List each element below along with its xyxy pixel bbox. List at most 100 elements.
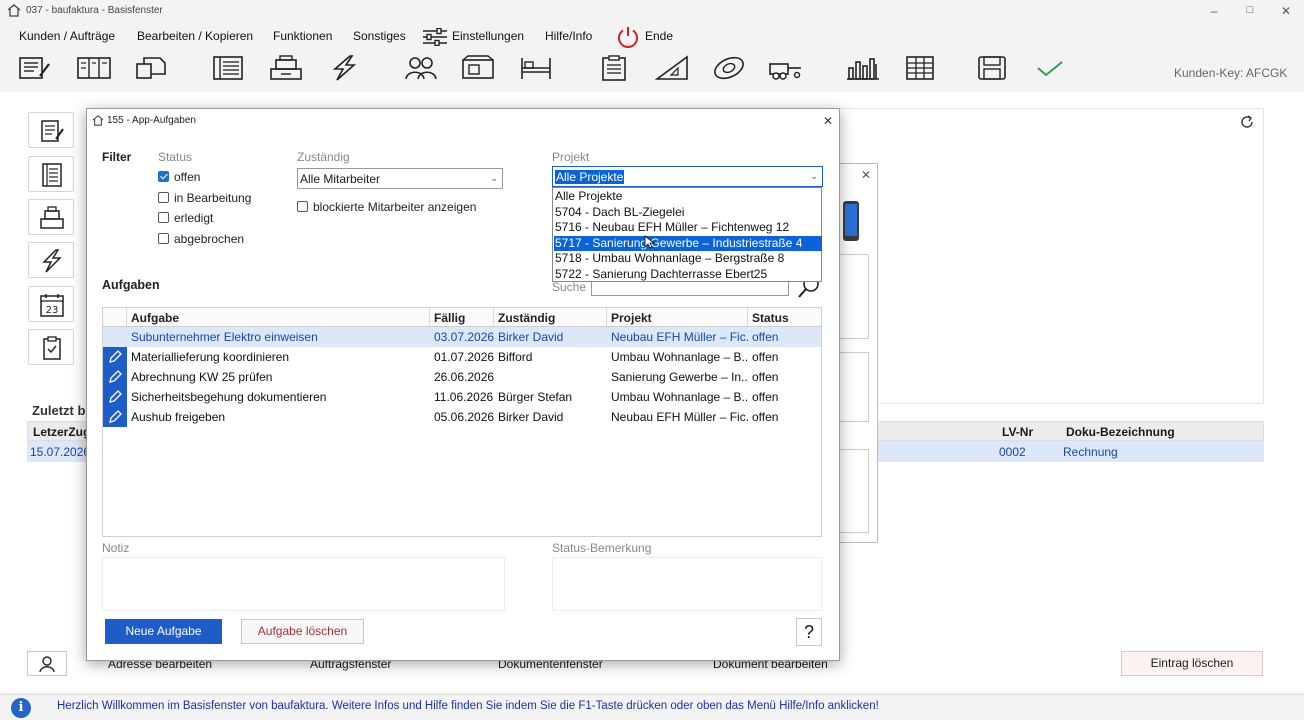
status-abgebrochen-checkbox[interactable] (158, 233, 169, 244)
header-lv-nr: LV-Nr (1002, 425, 1034, 439)
trailer-icon[interactable] (768, 54, 804, 82)
neue-aufgabe-button[interactable]: Neue Aufgabe (105, 619, 222, 644)
sliders-icon (423, 28, 447, 46)
copy-pages-icon[interactable] (133, 54, 169, 82)
clipboard-icon[interactable] (596, 54, 632, 82)
cell-zustaendig: Bürger Stefan (498, 390, 573, 404)
menu-einstellungen[interactable]: Einstellungen (452, 29, 524, 43)
save-icon[interactable] (974, 54, 1010, 82)
cell-faellig: 01.07.2026 (434, 350, 494, 364)
chevron-down-icon: ⌄ (490, 173, 498, 183)
pencil-icon[interactable] (103, 387, 127, 407)
status-in-bearbeitung-checkbox[interactable] (158, 192, 169, 203)
aufgabe-loeschen-button[interactable]: Aufgabe löschen (241, 619, 364, 644)
info-icon: i (11, 698, 31, 718)
cell-faellig: 05.06.2026 (434, 410, 494, 424)
list-document-icon[interactable] (210, 54, 246, 82)
notiz-textarea[interactable] (102, 557, 505, 611)
projekt-option[interactable]: 5704 - Dach BL-Ziegelei (554, 205, 822, 221)
blockierte-mitarbeiter-checkbox[interactable] (297, 201, 308, 212)
side-document-edit-button[interactable] (28, 112, 74, 148)
help-button[interactable]: ? (796, 618, 822, 646)
menu-bearbeiten-kopieren[interactable]: Bearbeiten / Kopieren (137, 29, 253, 43)
zustaendig-label: Zuständig (297, 150, 350, 164)
projekt-select[interactable]: Alle Projekte ⌄ (552, 166, 823, 187)
table-grid-icon[interactable] (903, 54, 939, 82)
cell-aufgabe: Abrechnung KW 25 prüfen (131, 370, 273, 384)
status-bemerkung-textarea[interactable] (552, 557, 822, 611)
cell-aufgabe: Materiallieferung koordinieren (131, 350, 290, 364)
crane-icon[interactable] (845, 54, 881, 82)
header-faellig[interactable]: Fällig (430, 308, 494, 327)
status-bemerkung-label: Status-Bemerkung (552, 541, 652, 555)
projekt-option-selected[interactable]: 5717 - Sanierung Gewerbe – Industriestra… (554, 235, 822, 251)
header-doku-bezeichnung: Doku-Bezeichnung (1066, 425, 1175, 439)
lightning-icon[interactable] (326, 54, 362, 82)
table-row[interactable]: Aushub freigeben 05.06.2026 Birker David… (103, 407, 821, 427)
close-icon[interactable]: ✕ (1276, 4, 1296, 18)
status-erledigt-checkbox[interactable] (158, 212, 169, 223)
menu-kunden-auftraege[interactable]: Kunden / Aufträge (19, 29, 115, 43)
refresh-icon[interactable] (1240, 115, 1254, 129)
cash-register-icon[interactable] (268, 54, 304, 82)
header-status[interactable]: Status (748, 308, 821, 327)
dialog-close-icon[interactable]: ✕ (823, 114, 833, 128)
row-doku: Rechnung (1063, 445, 1118, 459)
close-icon[interactable]: ✕ (861, 168, 871, 182)
tape-measure-icon[interactable] (711, 54, 747, 82)
toolbar (0, 50, 1304, 86)
row-lv-nr: 0002 (999, 445, 1026, 459)
chevron-down-icon: ⌄ (810, 171, 818, 181)
status-offen-label: offen (174, 170, 201, 184)
aufgaben-label: Aufgaben (102, 278, 160, 292)
projekt-option[interactable]: 5716 - Neubau EFH Müller – Fichtenweg 12 (554, 220, 822, 236)
minimize-icon[interactable]: – (1204, 4, 1224, 18)
eintrag-loeschen-button[interactable]: Eintrag löschen (1121, 651, 1263, 676)
projekt-option[interactable]: 5718 - Umbau Wohnanlage – Bergstraße 8 (554, 251, 822, 267)
cell-faellig: 03.07.2026 (434, 330, 494, 344)
menu-hilfe-info[interactable]: Hilfe/Info (545, 29, 592, 43)
users-icon[interactable] (403, 54, 439, 82)
menu-sonstiges[interactable]: Sonstiges (353, 29, 406, 43)
bed-icon[interactable] (518, 54, 554, 82)
side-list-button[interactable] (28, 156, 74, 192)
pencil-icon[interactable] (103, 407, 127, 427)
pencil-icon[interactable] (103, 367, 127, 387)
side-cash-register-button[interactable] (28, 199, 74, 235)
table-row[interactable]: Sicherheitsbegehung dokumentieren 11.06.… (103, 387, 821, 407)
adresse-icon-button[interactable] (27, 651, 67, 676)
filter-label: Filter (102, 150, 132, 164)
header-projekt[interactable]: Projekt (607, 308, 748, 327)
header-aufgabe[interactable]: Aufgabe (127, 308, 430, 327)
cell-zustaendig: Birker David (498, 330, 564, 344)
columns-icon[interactable] (76, 54, 112, 82)
status-in-bearbeitung-label: in Bearbeitung (174, 191, 252, 205)
table-row[interactable]: Abrechnung KW 25 prüfen 26.06.2026 Sanie… (103, 367, 821, 387)
menu-bar: Kunden / Aufträge Bearbeiten / Kopieren … (0, 24, 1304, 48)
table-row[interactable]: Materiallieferung koordinieren 01.07.202… (103, 347, 821, 367)
side-clipboard-check-button[interactable] (28, 329, 74, 365)
menu-ende[interactable]: Ende (645, 29, 673, 43)
cell-projekt: Umbau Wohnanlage – B... (611, 390, 748, 404)
document-edit-icon[interactable] (16, 54, 52, 82)
pencil-icon[interactable] (103, 347, 127, 367)
kunden-key: Kunden-Key: AFCGK (1174, 66, 1288, 80)
side-calendar-button[interactable]: 23 (28, 286, 74, 322)
document-edit-icon (41, 120, 64, 142)
maximize-icon[interactable]: □ (1240, 4, 1260, 16)
projekt-option[interactable]: 5722 - Sanierung Dachterrasse Ebert25 (554, 267, 822, 283)
calendar-icon: 23 (40, 294, 64, 317)
cell-aufgabe: Sicherheitsbegehung dokumentieren (131, 390, 327, 404)
header-zustaendig[interactable]: Zuständig (494, 308, 607, 327)
mouse-cursor-icon (644, 235, 654, 249)
ruler-triangle-icon[interactable] (654, 54, 690, 82)
side-lightning-button[interactable] (28, 242, 74, 278)
projekt-option[interactable]: Alle Projekte (554, 189, 822, 205)
menu-funktionen[interactable]: Funktionen (273, 29, 332, 43)
status-offen-checkbox[interactable] (158, 171, 169, 182)
truck-box-icon[interactable] (460, 54, 496, 82)
checkmark-icon[interactable] (1032, 54, 1068, 82)
zustaendig-select[interactable]: Alle Mitarbeiter ⌄ (297, 168, 503, 189)
cell-status: offen (752, 370, 779, 384)
table-row[interactable]: Subunternehmer Elektro einweisen 03.07.2… (103, 327, 821, 347)
